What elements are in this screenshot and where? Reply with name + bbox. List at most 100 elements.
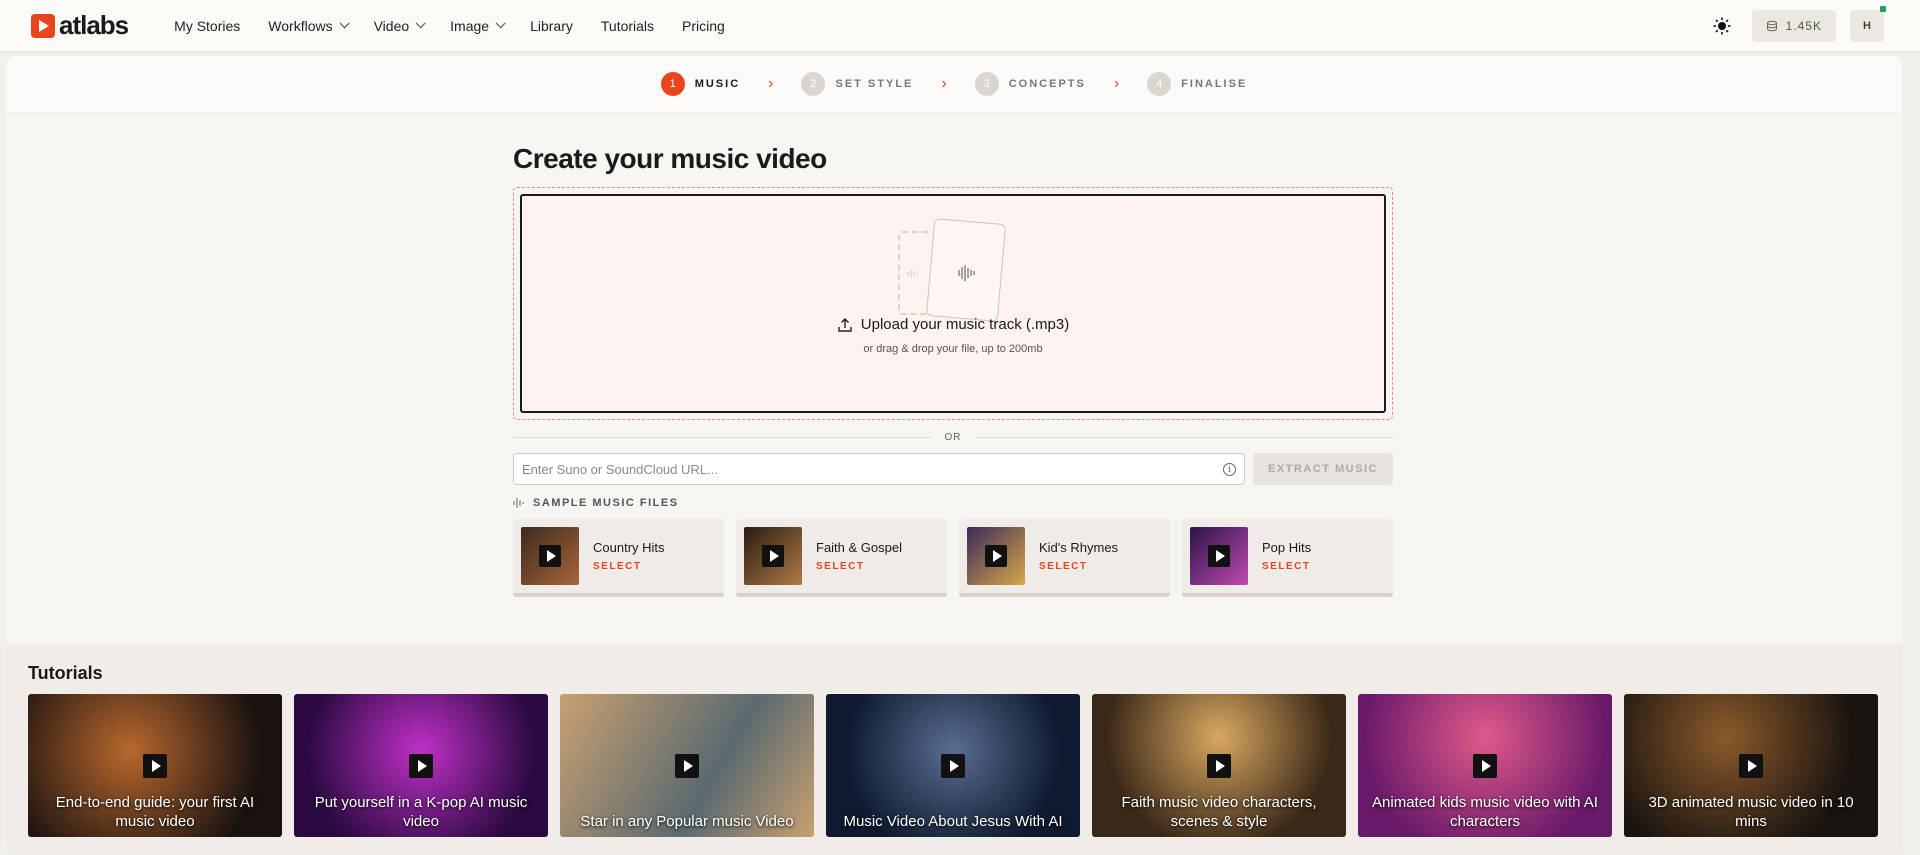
audio-wave-icon	[958, 265, 975, 281]
page-title: Create your music video	[513, 143, 827, 174]
select-link[interactable]: SELECT	[1039, 561, 1118, 572]
sample-card-kids-rhymes[interactable]: Kid's Rhymes SELECT	[959, 519, 1170, 597]
sample-name: Pop Hits	[1262, 540, 1312, 555]
extract-music-button[interactable]: EXTRACT MUSIC	[1253, 453, 1393, 485]
play-icon[interactable]	[941, 753, 965, 778]
nav-label: Workflows	[268, 17, 333, 34]
nav-label: Image	[450, 17, 490, 34]
nav-pricing[interactable]: Pricing	[668, 0, 739, 52]
nav-label: Tutorials	[600, 17, 655, 34]
logo-text: atlabs	[59, 10, 129, 40]
tutorial-caption: End-to-end guide: your first AI music vi…	[55, 794, 255, 830]
select-link[interactable]: SELECT	[593, 561, 665, 572]
upload-area[interactable]: Upload your music track (.mp3) or drag &…	[520, 194, 1386, 413]
tutorial-caption: Animated kids music video with AI charac…	[1372, 794, 1598, 830]
step-number: 1	[660, 72, 685, 96]
database-icon	[1766, 20, 1777, 32]
step-finalise[interactable]: 4 FINALISE	[1147, 72, 1247, 96]
play-icon[interactable]	[675, 753, 699, 778]
step-label: MUSIC	[694, 78, 741, 90]
nav-tutorials[interactable]: Tutorials	[587, 0, 668, 52]
step-concepts[interactable]: 3 CONCEPTS	[974, 72, 1086, 96]
nav-my-stories[interactable]: My Stories	[160, 0, 254, 52]
nav-label: My Stories	[174, 17, 241, 34]
chevron-down-icon	[415, 18, 426, 29]
logo-icon	[31, 13, 55, 38]
tutorials-title: Tutorials	[28, 663, 103, 683]
play-icon[interactable]	[762, 545, 784, 567]
online-status-dot	[1880, 6, 1886, 12]
nav-workflows[interactable]: Workflows	[254, 0, 359, 52]
upload-icon	[838, 317, 852, 332]
nav-menu: My Stories Workflows Video Image Library…	[160, 0, 739, 52]
step-music[interactable]: 1 MUSIC	[660, 72, 741, 96]
play-icon[interactable]	[985, 545, 1007, 567]
tutorial-card[interactable]: Animated kids music video with AI charac…	[1358, 694, 1612, 837]
url-row: i EXTRACT MUSIC	[513, 453, 1393, 485]
step-number: 2	[801, 72, 826, 96]
tutorial-card[interactable]: 3D animated music video in 10 mins	[1624, 694, 1878, 837]
stepper: 1 MUSIC › 2 SET STYLE › 3 CONCEPTS › 4 FINAL…	[6, 56, 1902, 113]
play-icon[interactable]	[539, 545, 561, 567]
step-set-style[interactable]: 2 SET STYLE	[801, 72, 913, 96]
sample-thumbnail	[1190, 527, 1248, 585]
tutorial-card[interactable]: Music Video About Jesus With AI	[826, 694, 1080, 837]
logo[interactable]: atlabs	[31, 10, 129, 41]
avatar[interactable]: H	[1850, 6, 1886, 42]
nav-video[interactable]: Video	[360, 0, 437, 52]
step-label: FINALISE	[1181, 78, 1248, 90]
sample-music-heading: SAMPLE MUSIC FILES	[513, 497, 1399, 509]
music-url-input[interactable]	[522, 461, 1202, 477]
upload-dropzone[interactable]: Upload your music track (.mp3) or drag &…	[513, 187, 1393, 420]
nav-label: Pricing	[682, 17, 725, 34]
play-icon[interactable]	[1473, 753, 1497, 778]
sample-card-pop-hits[interactable]: Pop Hits SELECT	[1182, 519, 1393, 597]
or-text: OR	[944, 432, 962, 443]
sample-card-country-hits[interactable]: Country Hits SELECT	[513, 519, 724, 597]
sample-name: Faith & Gospel	[816, 540, 902, 555]
chevron-down-icon	[495, 18, 506, 29]
tutorial-caption: Star in any Popular music Video	[580, 813, 794, 830]
sample-name: Kid's Rhymes	[1039, 540, 1119, 555]
or-divider: OR	[513, 432, 1393, 443]
main-panel: 1 MUSIC › 2 SET STYLE › 3 CONCEPTS › 4 FINAL…	[6, 56, 1902, 855]
sample-thumbnail	[967, 527, 1025, 585]
url-input-wrapper: i	[513, 453, 1245, 485]
step-label: SET STYLE	[835, 78, 914, 90]
credits-value: 1.45K	[1785, 19, 1822, 33]
play-icon[interactable]	[1207, 753, 1231, 778]
upload-button[interactable]: Upload your music track (.mp3)	[522, 316, 1384, 333]
upload-hint: or drag & drop your file, up to 200mb	[863, 343, 1043, 355]
theme-toggle-sun-icon[interactable]	[1706, 10, 1738, 42]
play-icon[interactable]	[1208, 545, 1230, 567]
sample-name: Country Hits	[593, 540, 665, 555]
tutorial-caption: 3D animated music video in 10 mins	[1648, 794, 1854, 830]
step-label: CONCEPTS	[1008, 78, 1086, 90]
audio-wave-icon	[513, 498, 524, 508]
divider-line	[513, 437, 931, 438]
sample-heading-text: SAMPLE MUSIC FILES	[533, 497, 679, 509]
nav-image[interactable]: Image	[436, 0, 516, 52]
credits-button[interactable]: 1.45K	[1751, 10, 1836, 42]
info-icon[interactable]: i	[1223, 463, 1236, 476]
tutorials-section: Tutorials End-to-end guide: your first A…	[6, 643, 1902, 855]
tutorial-card[interactable]: Faith music video characters, scenes & s…	[1092, 694, 1346, 837]
select-link[interactable]: SELECT	[816, 561, 902, 572]
step-number: 3	[974, 72, 999, 96]
sample-card-faith-gospel[interactable]: Faith & Gospel SELECT	[736, 519, 947, 597]
chevron-down-icon	[339, 18, 350, 29]
select-link[interactable]: SELECT	[1262, 561, 1311, 572]
play-icon[interactable]	[1739, 753, 1763, 778]
step-number: 4	[1147, 72, 1172, 96]
play-icon[interactable]	[143, 753, 167, 778]
tutorial-card[interactable]: End-to-end guide: your first AI music vi…	[28, 694, 282, 837]
audio-wave-faint-icon	[907, 270, 918, 278]
sample-list: Country Hits SELECT Faith & Gospel SELECT …	[513, 519, 1399, 597]
tutorials-grid: End-to-end guide: your first AI music vi…	[28, 694, 1902, 837]
tutorial-card[interactable]: Put yourself in a K-pop AI music video	[294, 694, 548, 837]
upload-label: Upload your music track (.mp3)	[860, 316, 1070, 333]
play-icon[interactable]	[409, 753, 433, 778]
chevron-right-icon: ›	[941, 75, 947, 92]
tutorial-card[interactable]: Star in any Popular music Video	[560, 694, 814, 837]
nav-library[interactable]: Library	[516, 0, 587, 52]
